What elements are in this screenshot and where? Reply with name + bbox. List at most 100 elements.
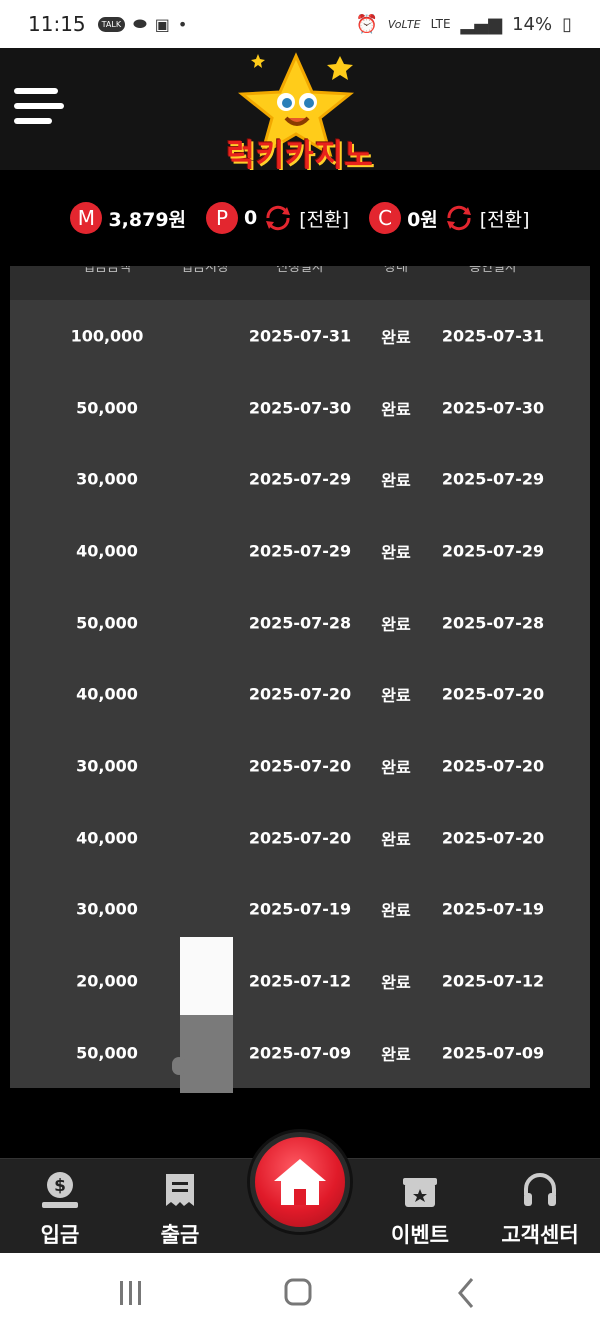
status-cell: 완료 (381, 614, 411, 634)
approved-date-cell: 2025-07-20 (441, 756, 545, 776)
refresh-icon[interactable] (444, 203, 474, 233)
status-cell: 완료 (381, 757, 411, 777)
casino-badge: C (369, 202, 402, 234)
nav-event[interactable]: 이벤트 (365, 1159, 475, 1254)
table-body: 100,000 2025-07-31 완료 2025-07-31 50,000 2025-… (10, 300, 590, 1088)
status-time: 11:15 (28, 12, 86, 36)
home-nav-icon[interactable] (278, 1275, 318, 1311)
approved-date-cell: 2025-07-31 (441, 326, 545, 346)
requested-date-cell: 2025-07-20 (248, 684, 352, 704)
amount-cell: 100,000 (70, 326, 144, 346)
table-row: 50,000 2025-07-30 완료 2025-07-30 (10, 372, 590, 444)
amount-cell: 50,000 (76, 613, 138, 633)
requested-date-cell: 2025-07-09 (248, 1043, 352, 1063)
requested-date-cell: 2025-07-12 (248, 971, 352, 991)
requested-date-cell: 2025-07-31 (248, 326, 352, 346)
table-row: 40,000 2025-07-20 완료 2025-07-20 (10, 658, 590, 730)
header-approved: 승인일자 (469, 266, 517, 275)
requested-date-cell: 2025-07-29 (248, 469, 352, 489)
nav-event-label: 이벤트 (391, 1223, 449, 1247)
image-icon: ▣ (154, 14, 170, 34)
status-bar: 11:15 TALK ⬬ ▣ • ⏰ VoLTE LTE ▂▄▆ 14% ▯ (0, 0, 600, 48)
logo-text: 럭키카지노 (226, 138, 374, 174)
signal-icon: ▂▄▆ (460, 13, 503, 35)
approved-date-cell: 2025-07-19 (441, 899, 545, 919)
table-row: 100,000 2025-07-31 완료 2025-07-31 (10, 300, 590, 372)
amount-cell: 50,000 (76, 1043, 138, 1063)
table-header: 입금금액 입금시장 신청일자 상태 승인일자 (10, 266, 590, 300)
requested-date-cell: 2025-07-20 (248, 828, 352, 848)
convert-casino-button[interactable]: [전환] (480, 205, 530, 232)
back-icon[interactable] (448, 1275, 488, 1311)
notification-icons: TALK ⬬ ▣ • (97, 14, 188, 34)
point-badge: P (206, 202, 239, 234)
requested-date-cell: 2025-07-20 (248, 756, 352, 776)
nav-deposit[interactable]: $ 입금 (5, 1159, 115, 1254)
header-requested: 신청일자 (276, 266, 324, 275)
approved-date-cell: 2025-07-12 (441, 971, 545, 991)
requested-date-cell: 2025-07-29 (248, 541, 352, 561)
status-cell: 완료 (381, 973, 411, 993)
amount-cell: 40,000 (76, 541, 138, 561)
approved-date-cell: 2025-07-29 (441, 541, 545, 561)
table-row: 30,000 2025-07-20 완료 2025-07-20 (10, 730, 590, 802)
approved-date-cell: 2025-07-28 (441, 613, 545, 633)
home-button[interactable] (250, 1132, 350, 1232)
requested-date-cell: 2025-07-28 (248, 613, 352, 633)
amount-cell: 30,000 (76, 756, 138, 776)
android-nav-bar (0, 1253, 600, 1333)
status-cell: 완료 (381, 829, 411, 849)
amount-cell: 20,000 (76, 971, 138, 991)
amount-cell: 30,000 (76, 899, 138, 919)
amount-cell: 50,000 (76, 398, 138, 418)
header-amount: 입금금액 (83, 266, 131, 275)
nav-deposit-label: 입금 (40, 1223, 80, 1247)
approved-date-cell: 2025-07-29 (441, 469, 545, 489)
status-cell: 완료 (381, 542, 411, 562)
app-header: 럭키카지노 (0, 48, 600, 174)
status-cell: 완료 (381, 901, 411, 921)
receipt-icon (166, 1174, 194, 1206)
recent-apps-icon[interactable] (110, 1275, 150, 1311)
deposit-history-table: 입금금액 입금시장 신청일자 상태 승인일자 100,000 2025-07-31… (10, 266, 590, 1088)
casino-value: 0원 (407, 208, 438, 231)
status-cell: 완료 (381, 327, 411, 347)
hamburger-icon[interactable] (14, 88, 64, 128)
approved-date-cell: 2025-07-30 (441, 398, 545, 418)
headphones-icon (524, 1173, 556, 1206)
redaction-block (172, 1057, 186, 1075)
header-status: 상태 (384, 266, 408, 275)
amount-cell: 30,000 (76, 469, 138, 489)
table-row: 30,000 2025-07-29 완료 2025-07-29 (10, 443, 590, 515)
deposit-icon: $ (42, 1172, 78, 1208)
network-label: LTE (430, 17, 451, 31)
nav-support[interactable]: 고객센터 (485, 1159, 595, 1254)
nav-support-label: 고객센터 (501, 1223, 579, 1247)
dot-icon: • (177, 14, 188, 34)
refresh-icon[interactable] (263, 203, 293, 233)
kakaotalk-icon: TALK (97, 16, 126, 32)
table-row: 30,000 2025-07-19 완료 2025-07-19 (10, 874, 590, 946)
status-cell: 완료 (381, 399, 411, 419)
redaction-block (180, 937, 233, 1015)
pill-icon: ⬬ (133, 14, 147, 33)
status-cell: 완료 (381, 471, 411, 491)
approved-date-cell: 2025-07-20 (441, 828, 545, 848)
requested-date-cell: 2025-07-30 (248, 398, 352, 418)
battery-icon: ▯ (562, 13, 572, 35)
money-badge: M (70, 202, 103, 234)
money-value: 3,879원 (108, 208, 187, 231)
amount-cell: 40,000 (76, 684, 138, 704)
table-row: 20,000 2025-07-12 완료 2025-07-12 (10, 945, 590, 1017)
status-cell: 완료 (381, 686, 411, 706)
header-market: 입금시장 (181, 266, 229, 275)
approved-date-cell: 2025-07-09 (441, 1043, 545, 1063)
status-cell: 완료 (381, 1044, 411, 1064)
convert-point-button[interactable]: [전환] (299, 205, 349, 232)
home-icon (274, 1159, 326, 1205)
amount-cell: 40,000 (76, 828, 138, 848)
nav-withdraw[interactable]: 출금 (125, 1159, 235, 1254)
logo[interactable]: 럭키카지노 (208, 50, 398, 174)
alarm-icon: ⏰ (355, 13, 378, 35)
svg-text:$: $ (54, 1176, 66, 1196)
